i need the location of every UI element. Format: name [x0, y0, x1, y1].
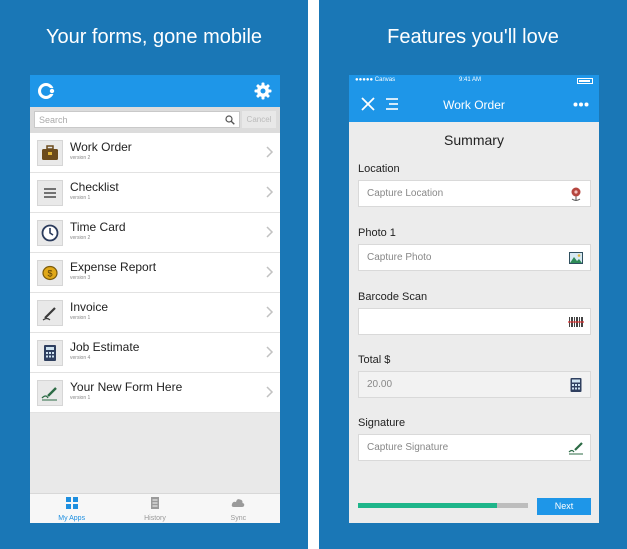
field-value: Capture Signature — [367, 442, 449, 453]
chevron-right-icon — [266, 266, 274, 278]
search-placeholder: Search — [39, 115, 68, 125]
search-cancel-button[interactable]: Cancel — [242, 111, 276, 128]
clock-icon — [37, 220, 63, 246]
gear-icon[interactable] — [254, 82, 272, 100]
history-icon — [150, 497, 159, 509]
field-value: 20.00 — [367, 379, 393, 390]
carrier-label: ●●●●● Canvas — [355, 77, 396, 83]
total-field[interactable]: 20.00 — [358, 371, 591, 398]
signature-icon[interactable] — [568, 440, 584, 456]
status-bar: ●●●●● Canvas 9:41 AM — [349, 75, 599, 87]
list-item[interactable]: Your New Form Here version 1 — [30, 373, 280, 413]
field-label: Photo 1 — [358, 227, 396, 239]
field-label: Location — [358, 163, 400, 175]
coin-icon: $ — [37, 260, 63, 286]
app-top-bar — [30, 75, 280, 107]
location-field[interactable]: Capture Location — [358, 180, 591, 207]
search-input[interactable]: Search — [34, 111, 240, 128]
nav-title: Work Order — [443, 98, 505, 112]
chevron-right-icon — [266, 386, 274, 398]
list-item[interactable]: Work Order version 2 — [30, 133, 280, 173]
pen-icon — [37, 300, 63, 326]
search-bar: Search Cancel — [30, 107, 280, 133]
battery-icon — [577, 78, 593, 84]
app-logo-icon — [38, 83, 56, 99]
search-icon — [225, 115, 235, 125]
form-version: version 1 — [70, 395, 91, 401]
form-title: Work Order — [70, 140, 132, 154]
form-title: Invoice — [70, 300, 109, 314]
signature-icon — [37, 380, 63, 406]
briefcase-icon — [37, 140, 63, 166]
form-title: Time Card — [70, 220, 126, 234]
tab-history[interactable]: History — [113, 494, 196, 523]
map-pin-icon[interactable] — [568, 186, 584, 202]
form-title: Expense Report — [70, 260, 157, 274]
list-item[interactable]: Job Estimate version 4 — [30, 333, 280, 373]
right-headline: Features you'll love — [387, 26, 559, 48]
tab-label: My Apps — [58, 515, 86, 522]
tab-my-apps[interactable]: My Apps — [30, 494, 113, 523]
bottom-tab-bar: My Apps History Sync — [30, 493, 280, 523]
chevron-right-icon — [266, 226, 274, 238]
list-empty-area — [30, 413, 280, 493]
list-item[interactable]: Invoice version 1 — [30, 293, 280, 333]
signature-field[interactable]: Capture Signature — [358, 434, 591, 461]
grid-icon — [65, 497, 78, 509]
left-phone-screen: Search Cancel Work Order version 2 Check… — [30, 75, 280, 523]
form-title: Job Estimate — [70, 340, 140, 354]
section-title: Summary — [444, 132, 504, 148]
form-version: version 4 — [70, 355, 91, 361]
form-title: Your New Form Here — [70, 380, 183, 394]
list-item[interactable]: Checklist version 1 — [30, 173, 280, 213]
list-item[interactable]: $ Expense Report version 3 — [30, 253, 280, 293]
barcode-field[interactable] — [358, 308, 591, 335]
field-value: Capture Photo — [367, 252, 432, 263]
checklist-icon — [37, 180, 63, 206]
left-promo-panel: Your forms, gone mobile Search Cancel Wo… — [0, 0, 308, 549]
barcode-icon[interactable] — [568, 314, 584, 330]
photo-field[interactable]: Capture Photo — [358, 244, 591, 271]
form-version: version 1 — [70, 315, 91, 321]
field-label: Signature — [358, 417, 406, 429]
more-options-icon[interactable] — [573, 102, 589, 107]
status-time: 9:41 AM — [459, 77, 482, 83]
next-button[interactable]: Next — [537, 498, 591, 515]
form-version: version 2 — [70, 155, 91, 161]
nav-bar: Work Order — [349, 87, 599, 122]
forms-list: Work Order version 2 Checklist version 1… — [30, 133, 280, 413]
calculator-icon — [37, 340, 63, 366]
chevron-right-icon — [266, 346, 274, 358]
tab-label: Sync — [230, 515, 247, 522]
left-headline: Your forms, gone mobile — [45, 26, 263, 48]
progress-fill — [358, 503, 498, 508]
form-version: version 2 — [70, 235, 91, 241]
svg-text:$: $ — [47, 269, 52, 279]
right-phone-screen: ●●●●● Canvas 9:41 AM Work Order Summary … — [349, 75, 599, 523]
field-label: Total $ — [358, 354, 391, 366]
form-progress-bar — [358, 503, 528, 508]
cloud-icon — [232, 499, 245, 507]
calculator-icon[interactable] — [568, 377, 584, 393]
form-version: version 1 — [70, 195, 91, 201]
chevron-right-icon — [266, 186, 274, 198]
right-promo-panel: Features you'll love ●●●●● Canvas 9:41 A… — [319, 0, 627, 549]
list-item[interactable]: Time Card version 2 — [30, 213, 280, 253]
field-value: Capture Location — [367, 188, 444, 199]
field-label: Barcode Scan — [358, 291, 428, 303]
image-icon[interactable] — [568, 250, 584, 266]
tab-label: History — [144, 515, 166, 522]
form-version: version 3 — [70, 275, 91, 281]
chevron-right-icon — [266, 146, 274, 158]
form-body: Summary Location Capture Location Photo … — [349, 122, 599, 523]
tab-sync[interactable]: Sync — [197, 494, 280, 523]
chevron-right-icon — [266, 306, 274, 318]
form-title: Checklist — [70, 180, 119, 194]
